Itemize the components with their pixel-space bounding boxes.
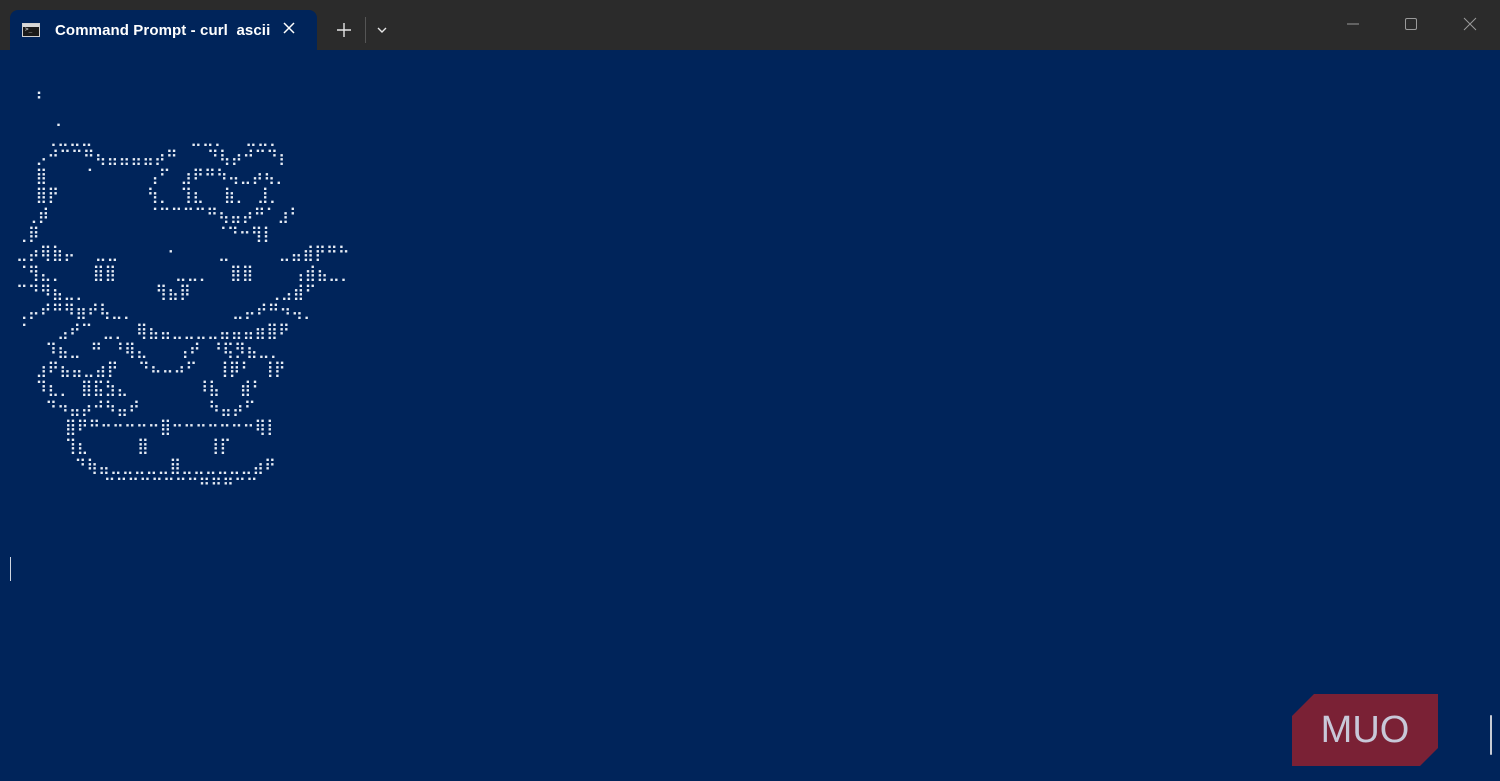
command-prompt-icon — [22, 23, 40, 37]
muo-logo-text: MUO — [1321, 709, 1410, 751]
plus-icon — [337, 23, 351, 37]
text-cursor — [10, 557, 11, 581]
close-icon — [283, 22, 295, 34]
maximize-button[interactable] — [1382, 0, 1440, 48]
close-window-button[interactable] — [1441, 0, 1499, 48]
maximize-icon — [1405, 18, 1417, 30]
tab-divider — [365, 17, 366, 43]
scrollbar[interactable] — [1490, 715, 1492, 755]
close-tab-button[interactable] — [279, 20, 299, 40]
muo-logo: MUO — [1292, 694, 1438, 766]
close-icon — [1463, 17, 1477, 31]
terminal-output[interactable]: ⠃ ⡀ ⢀⣀⣀⣀ ⣀⣀⡀ ⣀⣀⡀ ⡠⠚⠉⠉⠛⢦⣤⣤⣤⣤⡴⠛ ⠙⢧⡴⠚⠉⠙⡆ ⣿ … — [0, 50, 1500, 781]
tab-title: Command Prompt - curl ascii — [55, 21, 271, 39]
minimize-icon — [1347, 23, 1359, 25]
minimize-button[interactable] — [1324, 0, 1382, 48]
chevron-down-icon — [377, 27, 387, 33]
tab-command-prompt[interactable]: Command Prompt - curl ascii — [10, 10, 317, 50]
new-tab-button[interactable] — [330, 10, 358, 50]
title-bar: Command Prompt - curl ascii — [0, 0, 1500, 50]
tab-dropdown-button[interactable] — [370, 10, 394, 50]
ascii-art-output: ⠃ ⡀ ⢀⣀⣀⣀ ⣀⣀⡀ ⣀⣀⡀ ⡠⠚⠉⠉⠛⢦⣤⣤⣤⣤⡴⠛ ⠙⢧⡴⠚⠉⠙⡆ ⣿ … — [16, 89, 352, 494]
